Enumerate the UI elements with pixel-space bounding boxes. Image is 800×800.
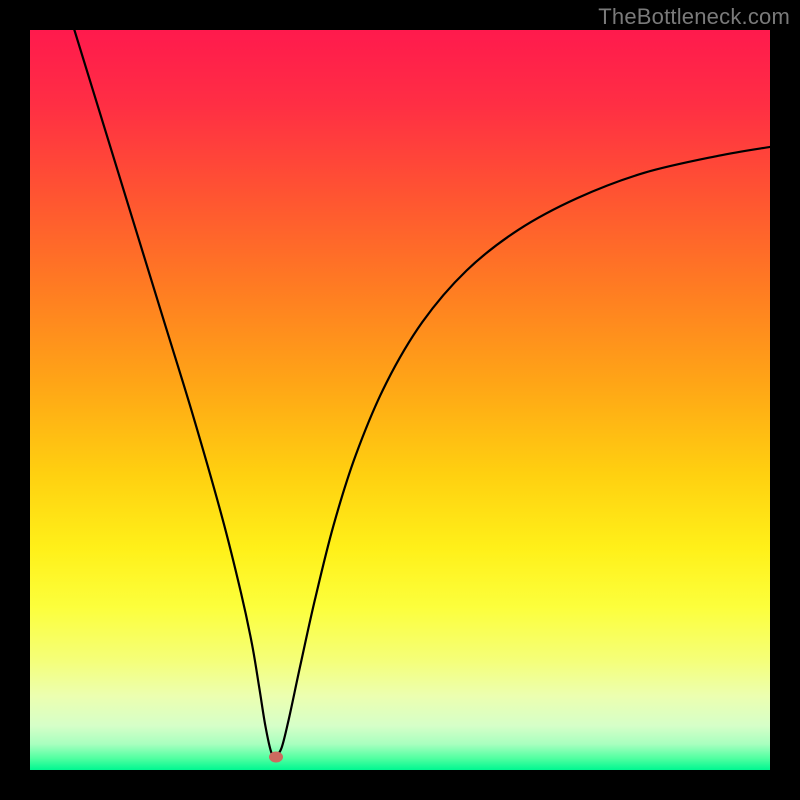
minimum-marker <box>269 752 283 763</box>
chart-plot-area <box>30 30 770 770</box>
attribution-text: TheBottleneck.com <box>598 4 790 30</box>
chart-curve <box>30 30 770 770</box>
